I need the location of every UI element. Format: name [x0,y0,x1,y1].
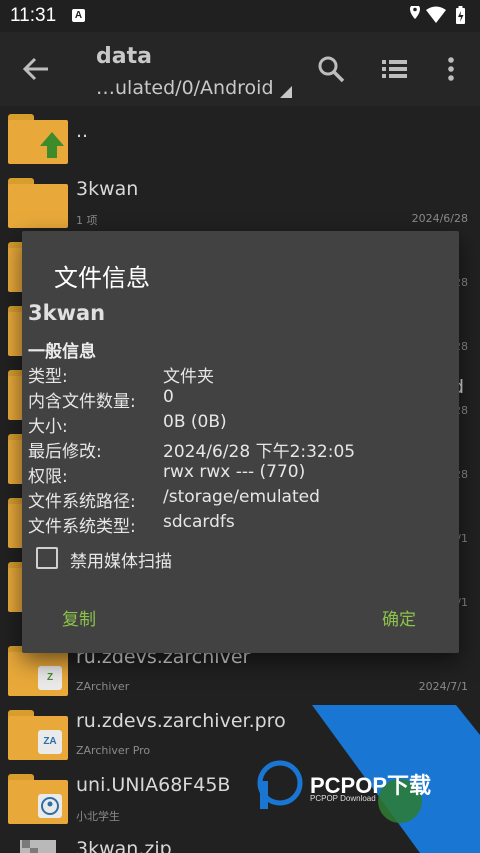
info-key: 文件系统路径: [28,492,136,512]
disable-media-scan-checkbox[interactable] [36,547,58,569]
view-list-icon[interactable] [380,54,410,84]
section-heading: 一般信息 [28,342,96,362]
file-subtitle: 1 项 [76,214,98,227]
back-arrow-icon[interactable] [22,56,50,82]
info-key: 大小: [28,417,68,437]
zarchiver-pro-badge: ZA [38,730,62,754]
file-date: 2024/6/28 [411,212,468,225]
info-value: 文件夹 [163,367,214,387]
battery-icon [456,6,465,24]
overflow-menu-icon[interactable] [436,54,466,84]
location-icon [410,6,420,19]
info-key: 类型: [28,367,68,387]
info-row-permissions: 权限: rwx rwx --- (770) [28,462,448,487]
app-title: data [96,44,152,69]
copy-button[interactable]: 复制 [62,605,96,630]
watermark-subtext: PCPOP Download [310,794,376,803]
notification-icon: A [72,9,85,22]
app-badge-icon [38,794,62,818]
file-name: .. [76,120,89,142]
app-bar: data …ulated/0/Android [0,32,480,106]
file-info-dialog: 文件信息 3kwan 一般信息 类型: 文件夹 内含文件数量: 0 大小: 0B… [22,231,459,653]
current-path[interactable]: …ulated/0/Android [96,77,274,99]
file-name: 3kwan.zip [76,838,172,853]
info-row-count: 内含文件数量: 0 [28,387,448,412]
info-row-modified: 最后修改: 2024/6/28 下午2:32:05 [28,437,448,462]
info-value: sdcardfs [163,512,235,532]
info-value: 0B (0B) [163,412,227,432]
info-value: 0 [163,387,174,407]
folder-up-icon [8,114,68,164]
file-subtitle: ZArchiver [76,680,130,693]
status-time: 11:31 [10,5,57,26]
app-folder-icon: ZA [8,710,68,760]
info-key: 权限: [28,467,68,487]
app-folder-icon: Z [8,646,68,696]
file-name: 3kwan [76,178,139,200]
system-icons [410,6,465,24]
wifi-icon [426,6,446,23]
watermark: PCPOP下载 PCPOP Download [250,705,480,853]
info-key: 最后修改: [28,442,102,462]
info-row-fs-type: 文件系统类型: sdcardfs [28,512,448,537]
info-value: /storage/emulated [163,487,320,507]
list-item-parent[interactable]: .. [0,106,480,170]
file-subtitle: 小北学生 [76,810,120,823]
file-date: 2024/7/1 [418,680,468,693]
info-key: 文件系统类型: [28,517,136,537]
ok-button[interactable]: 确定 [382,605,416,630]
path-dropdown-icon[interactable] [280,86,292,98]
file-name: uni.UNIA68F45B [76,774,231,796]
folder-icon [8,178,68,228]
disable-media-scan-label[interactable]: 禁用媒体扫描 [70,547,172,572]
search-icon[interactable] [316,54,346,84]
info-row-type: 类型: 文件夹 [28,362,448,387]
dialog-title: 文件信息 [54,264,150,292]
info-row-fs-path: 文件系统路径: /storage/emulated [28,487,448,512]
info-value: rwx rwx --- (770) [163,462,306,482]
info-row-size: 大小: 0B (0B) [28,412,448,437]
file-subtitle: ZArchiver Pro [76,744,151,757]
app-folder-icon [8,774,68,824]
info-value: 2024/6/28 下午2:32:05 [163,442,356,462]
zarchiver-badge: Z [38,666,62,690]
list-item[interactable]: 3kwan 1 项 2024/6/28 [0,170,480,234]
status-bar: 11:31 A [0,0,480,32]
zip-file-icon [20,840,56,853]
dialog-file-name: 3kwan [28,301,106,325]
info-key: 内含文件数量: [28,392,136,412]
